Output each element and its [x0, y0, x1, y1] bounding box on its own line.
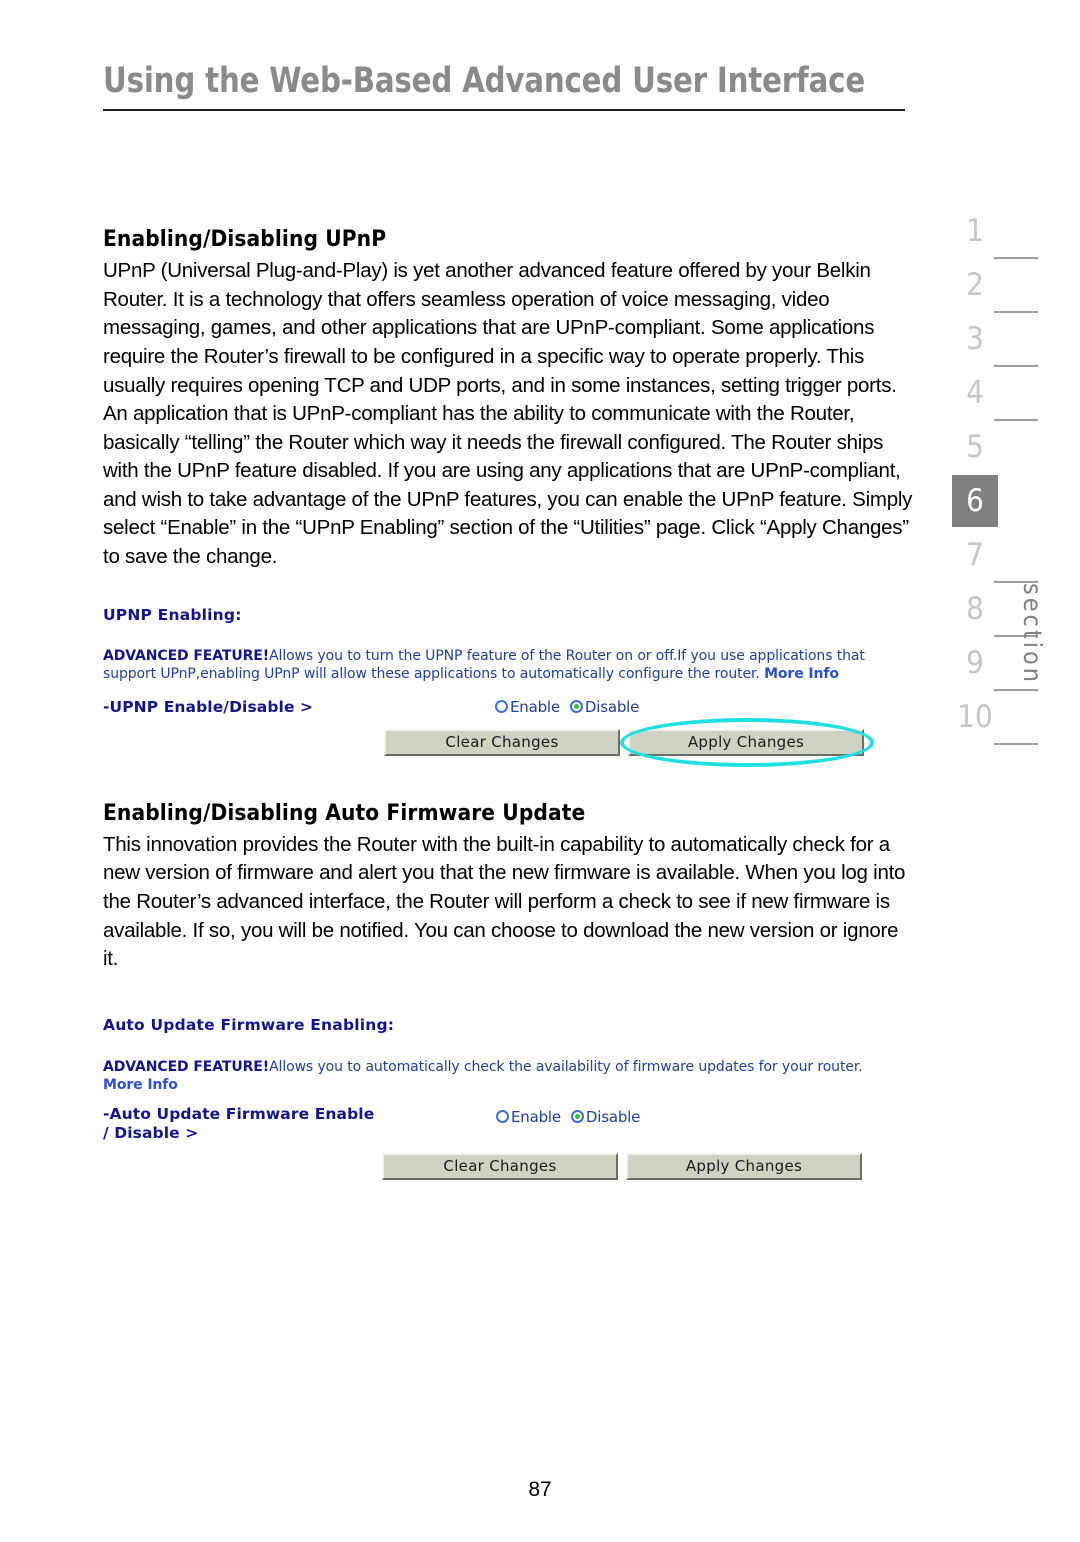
- upnp-radio-group: Enable Disable: [495, 698, 639, 716]
- rail-number-8[interactable]: 8: [952, 583, 998, 635]
- upnp-clear-changes-button[interactable]: Clear Changes: [384, 728, 620, 756]
- radio-checked-icon[interactable]: [570, 1110, 584, 1124]
- firmware-field-label-line1: -Auto Update Firmware Enable: [103, 1104, 375, 1123]
- firmware-radio-enable[interactable]: Enable: [496, 1108, 561, 1126]
- radio-checked-icon[interactable]: [569, 700, 583, 714]
- rail-number-10[interactable]: 10: [952, 691, 998, 743]
- section-rail: 1 2 3 4 5 6 7 8 9 10 section: [952, 205, 1080, 745]
- firmware-description-text: Allows you to automatically check the av…: [269, 1058, 863, 1075]
- heading-enabling-disabling-auto-firmware-update: Enabling/Disabling Auto Firmware Update: [103, 799, 586, 826]
- rail-separator: [994, 743, 1038, 745]
- rail-separator: [994, 311, 1038, 313]
- firmware-clear-changes-button[interactable]: Clear Changes: [382, 1152, 618, 1180]
- rail-number-7[interactable]: 7: [952, 529, 998, 581]
- firmware-advanced-feature-label: ADVANCED FEATURE!: [103, 1058, 270, 1075]
- upnp-more-info-link[interactable]: More Info: [764, 666, 839, 682]
- router-ui-firmware-panel: Auto Update Firmware Enabling: ADVANCED …: [103, 1016, 923, 1191]
- rail-number-3[interactable]: 3: [952, 313, 998, 365]
- firmware-enable-disable-row: -Auto Update Firmware Enable / Disable >…: [103, 1105, 923, 1143]
- page-number: 87: [528, 1478, 552, 1501]
- upnp-button-row: Clear Changes Apply Changes: [384, 717, 923, 767]
- header-divider: [103, 108, 905, 111]
- radio-unchecked-icon[interactable]: [496, 1110, 509, 1124]
- upnp-advanced-feature-label: ADVANCED FEATURE!: [103, 647, 270, 664]
- upnp-panel-title: UPNP Enabling:: [103, 605, 242, 624]
- rail-word-section: section: [1018, 583, 1047, 686]
- upnp-radio-disable-label: Disable: [584, 697, 640, 716]
- firmware-radio-group: Enable Disable: [496, 1108, 640, 1126]
- main-content: Enabling/Disabling UPnP UPnP (Universal …: [103, 225, 923, 1191]
- radio-unchecked-icon[interactable]: [495, 700, 508, 714]
- rail-number-5[interactable]: 5: [952, 421, 998, 473]
- rail-number-4[interactable]: 4: [952, 367, 998, 419]
- firmware-radio-enable-label: Enable: [511, 1107, 561, 1126]
- upnp-field-label: -UPNP Enable/Disable >: [103, 697, 314, 716]
- upnp-enable-disable-row: -UPNP Enable/Disable > Enable Disable: [103, 698, 923, 717]
- upnp-radio-enable-label: Enable: [510, 697, 560, 716]
- rail-number-9[interactable]: 9: [952, 637, 998, 689]
- firmware-panel-description: ADVANCED FEATURE!Allows you to automatic…: [103, 1058, 883, 1095]
- firmware-field-label-line2: / Disable >: [103, 1123, 199, 1142]
- rail-separator: [994, 257, 1038, 259]
- firmware-apply-changes-button[interactable]: Apply Changes: [626, 1152, 862, 1180]
- rail-separator: [994, 689, 1038, 691]
- page-header: Using the Web-Based Advanced User Interf…: [103, 62, 908, 111]
- rail-separator: [994, 419, 1038, 421]
- firmware-more-info-link[interactable]: More Info: [103, 1077, 178, 1093]
- upnp-radio-enable[interactable]: Enable: [495, 698, 560, 716]
- router-ui-upnp-panel: UPNP Enabling: ADVANCED FEATURE!Allows y…: [103, 606, 923, 781]
- firmware-button-row: Clear Changes Apply Changes: [382, 1152, 923, 1180]
- paragraph-auto-firmware-update: This innovation provides the Router with…: [103, 832, 906, 971]
- firmware-field-label: -Auto Update Firmware Enable / Disable >: [103, 1105, 393, 1143]
- upnp-radio-disable[interactable]: Disable: [569, 697, 640, 716]
- rail-separator: [994, 473, 1038, 475]
- page-title: Using the Web-Based Advanced User Interf…: [103, 61, 866, 101]
- heading-enabling-disabling-upnp: Enabling/Disabling UPnP: [103, 226, 387, 252]
- rail-number-1[interactable]: 1: [952, 205, 998, 257]
- firmware-radio-disable[interactable]: Disable: [570, 1107, 641, 1126]
- paragraph-upnp: UPnP (Universal Plug-and-Play) is yet an…: [103, 259, 913, 569]
- rail-number-2[interactable]: 2: [952, 259, 998, 311]
- rail-separator: [994, 527, 1038, 529]
- rail-number-6-active[interactable]: 6: [952, 475, 998, 527]
- upnp-panel-description: ADVANCED FEATURE!Allows you to turn the …: [103, 647, 883, 684]
- upnp-apply-changes-button[interactable]: Apply Changes: [628, 728, 864, 756]
- firmware-panel-title: Auto Update Firmware Enabling:: [103, 1015, 395, 1034]
- firmware-radio-disable-label: Disable: [585, 1107, 641, 1126]
- rail-separator: [994, 365, 1038, 367]
